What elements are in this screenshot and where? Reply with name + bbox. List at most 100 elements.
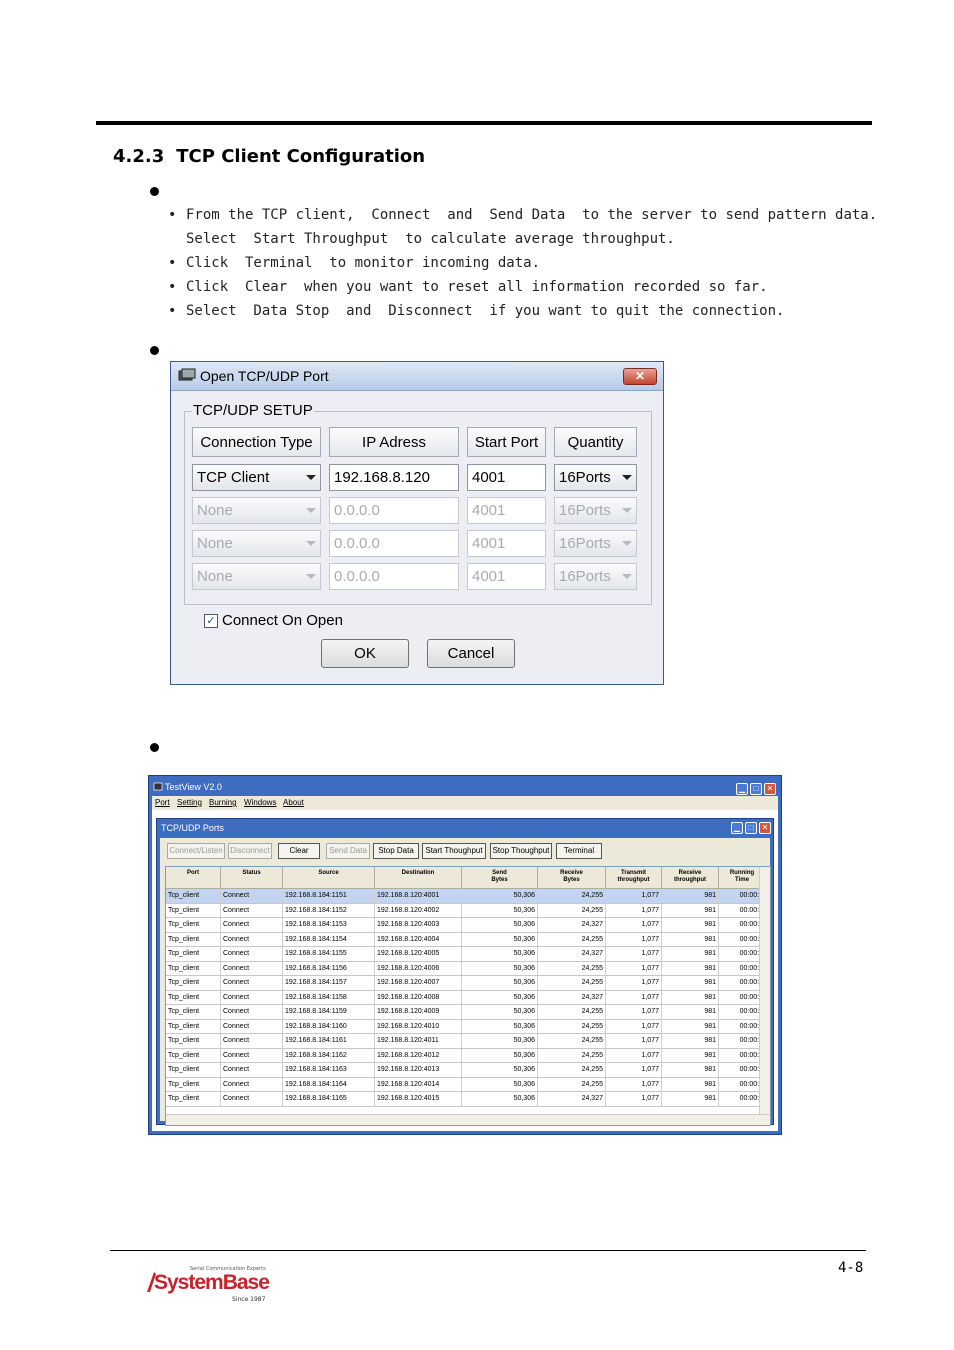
table-row[interactable]: Tcp_client Connect 192.168.8.184:1165 192.1… (166, 1092, 768, 1107)
table-row[interactable]: Tcp_client Connect 192.168.8.184:1160 192.1… (166, 1019, 768, 1034)
row-4-qty-dropdown[interactable]: 16Ports (554, 563, 637, 590)
row-3-qty-dropdown[interactable]: 16Ports (554, 530, 637, 557)
table-cell: 192.168.8.120:4004 (375, 932, 462, 946)
row-1-qty-dropdown[interactable]: 16Ports (554, 464, 637, 491)
table-cell: 24,255 (538, 903, 606, 917)
row-1-type-dropdown[interactable]: TCP Client (192, 464, 321, 491)
start-thoughput-button[interactable]: Start Thoughput (422, 843, 486, 859)
cell-value: 16Ports (559, 568, 611, 585)
stop-thoughput-button[interactable]: Stop Thoughput (490, 843, 552, 859)
cell-value: None (197, 568, 233, 585)
table-cell: 50,306 (462, 918, 538, 932)
table-row[interactable]: Tcp_client Connect 192.168.8.184:1158 192.1… (166, 990, 768, 1005)
table-row[interactable]: Tcp_client Connect 192.168.8.184:1164 192.1… (166, 1077, 768, 1092)
stop-data-button[interactable]: Stop Data (373, 843, 419, 859)
cell-value: 4001 (472, 568, 506, 585)
column-header[interactable]: Send Bytes (462, 867, 538, 889)
row-4-port-input[interactable]: 4001 (467, 563, 546, 590)
row-1-port-input[interactable]: 4001 (467, 464, 546, 491)
menu-about[interactable]: About (283, 798, 304, 807)
ports-panel: Connect/Listen Disconnect Clear Send Data St… (160, 838, 771, 1126)
clear-button[interactable]: Clear (278, 843, 320, 859)
cell-value: 16Ports (559, 502, 611, 519)
column-header[interactable]: Receive throughput (662, 867, 719, 889)
row-3-type-dropdown[interactable]: None (192, 530, 321, 557)
send-data-button[interactable]: Send Data (326, 843, 370, 859)
row-4-ip-input[interactable]: 0.0.0.0 (329, 563, 459, 590)
table-cell: 192.168.8.120:4010 (375, 1019, 462, 1033)
connect-listen-button[interactable]: Connect/Listen (167, 843, 225, 859)
table-cell: 981 (662, 1005, 719, 1019)
menu-burning[interactable]: Burning (209, 798, 237, 807)
row-2-type-dropdown[interactable]: None (192, 497, 321, 524)
menu-setting[interactable]: Setting (177, 798, 202, 807)
table-row[interactable]: Tcp_client Connect 192.168.8.184:1152 192.1… (166, 903, 768, 918)
table-row[interactable]: Tcp_client Connect 192.168.8.184:1157 192.1… (166, 976, 768, 991)
menu-windows[interactable]: Windows (244, 798, 276, 807)
table-cell: 24,327 (538, 990, 606, 1004)
chevron-down-icon (306, 508, 316, 513)
chevron-down-icon (306, 475, 316, 480)
table-cell: 1,077 (606, 889, 662, 903)
table-row[interactable]: Tcp_client Connect 192.168.8.184:1159 192.1… (166, 1005, 768, 1020)
vertical-scrollbar[interactable] (759, 867, 770, 1125)
table-cell: 1,077 (606, 1034, 662, 1048)
maximize-button[interactable]: □ (750, 783, 762, 795)
table-cell: 192.168.8.120:4011 (375, 1034, 462, 1048)
menu-port[interactable]: Port (155, 798, 170, 807)
row-4-type-dropdown[interactable]: None (192, 563, 321, 590)
dialog-title: Open TCP/UDP Port (200, 368, 329, 384)
menu-bar: Port Setting Burning Windows About (152, 796, 778, 810)
row-3-port-input[interactable]: 4001 (467, 530, 546, 557)
terminal-button[interactable]: Terminal (556, 843, 602, 859)
column-header[interactable]: Destination (375, 867, 462, 889)
table-cell: 981 (662, 961, 719, 975)
table-row[interactable]: Tcp_client Connect 192.168.8.184:1153 192.1… (166, 918, 768, 933)
table-cell: Connect (221, 1034, 283, 1048)
column-header[interactable]: Status (221, 867, 283, 889)
connect-on-open-checkbox[interactable]: ✓ (204, 614, 218, 628)
table-cell: 24,255 (538, 1019, 606, 1033)
table-cell: Connect (221, 976, 283, 990)
row-1-ip-input[interactable]: 192.168.8.120 (329, 464, 459, 491)
table-cell: 1,077 (606, 1077, 662, 1091)
horizontal-scrollbar[interactable] (166, 1114, 770, 1125)
inner-maximize-button[interactable]: □ (745, 822, 757, 834)
table-cell: 50,306 (462, 1077, 538, 1091)
ok-button[interactable]: OK (321, 639, 409, 668)
ports-table: Port Status Source Destination Send Bytes Rec… (165, 866, 771, 1126)
table-row[interactable]: Tcp_client Connect 192.168.8.184:1155 192.1… (166, 947, 768, 962)
table-cell: 981 (662, 1048, 719, 1062)
row-2-qty-dropdown[interactable]: 16Ports (554, 497, 637, 524)
table-row[interactable]: Tcp_client Connect 192.168.8.184:1163 192.1… (166, 1063, 768, 1078)
table-row[interactable]: Tcp_client Connect 192.168.8.184:1151 192.1… (166, 889, 768, 904)
table-row[interactable]: Tcp_client Connect 192.168.8.184:1154 192.1… (166, 932, 768, 947)
connect-on-open-label: Connect On Open (222, 612, 343, 629)
tcp-udp-ports-window: TCP/UDP Ports ▁ □ ✕ Connect/Listen Discon… (156, 818, 774, 1126)
close-button[interactable]: ✕ (623, 368, 657, 385)
minimize-button[interactable]: ▁ (736, 783, 748, 795)
table-cell: Tcp_client (166, 1077, 221, 1091)
inner-close-button[interactable]: ✕ (759, 822, 771, 834)
window-close-button[interactable]: ✕ (764, 783, 776, 795)
column-header[interactable]: Receive Bytes (538, 867, 606, 889)
column-header[interactable]: Source (283, 867, 375, 889)
cancel-button[interactable]: Cancel (427, 639, 515, 668)
column-header[interactable]: Port (166, 867, 221, 889)
table-row[interactable]: Tcp_client Connect 192.168.8.184:1162 192.1… (166, 1048, 768, 1063)
row-3-ip-input[interactable]: 0.0.0.0 (329, 530, 459, 557)
table-cell: Connect (221, 961, 283, 975)
open-port-dialog: Open TCP/UDP Port ✕ TCP/UDP SETUP Connec… (170, 361, 664, 685)
inner-minimize-button[interactable]: ▁ (731, 822, 743, 834)
table-cell: 192.168.8.120:4015 (375, 1092, 462, 1106)
row-2-ip-input[interactable]: 0.0.0.0 (329, 497, 459, 524)
table-row[interactable]: Tcp_client Connect 192.168.8.184:1161 192.1… (166, 1034, 768, 1049)
disconnect-button[interactable]: Disconnect (228, 843, 272, 859)
table-cell: 1,077 (606, 1019, 662, 1033)
table-cell: 192.168.8.184:1152 (283, 903, 375, 917)
table-row[interactable]: Tcp_client Connect 192.168.8.184:1156 192.1… (166, 961, 768, 976)
table-cell: 981 (662, 1019, 719, 1033)
column-header[interactable]: Transmit throughput (606, 867, 662, 889)
row-2-port-input[interactable]: 4001 (467, 497, 546, 524)
port-icon (178, 368, 196, 381)
